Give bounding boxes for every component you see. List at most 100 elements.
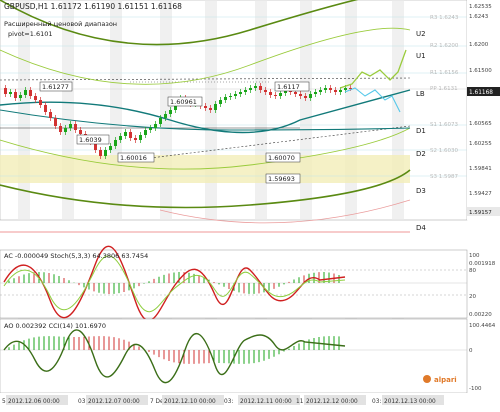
symbol-header: GBPUSD,H1 1.61172 1.61190 1.61151 1.6116… bbox=[4, 2, 182, 11]
candle-body bbox=[114, 140, 117, 146]
sub1-title: AC -0.000049 Stoch(5,3,3) 64.3806 63.745… bbox=[4, 252, 148, 260]
label-s2: S2 1.6030 bbox=[430, 148, 458, 154]
label-s1: S1 1.6073 bbox=[430, 122, 458, 128]
svg-text:1.6117: 1.6117 bbox=[277, 83, 300, 91]
time-label: 2012.12.11 00:00 bbox=[240, 399, 292, 405]
sub2-top: 100.4464 bbox=[469, 323, 496, 329]
candle-body bbox=[244, 90, 247, 92]
annotation-a5: 1.6117 bbox=[274, 81, 310, 92]
axis-1.60565: 1.60565 bbox=[469, 121, 492, 127]
candle-body bbox=[14, 92, 17, 98]
candle-body bbox=[334, 90, 337, 92]
candle-body bbox=[344, 88, 347, 90]
candle-body bbox=[39, 100, 42, 105]
chart-window: GBPUSD,H1 1.61172 1.61190 1.61151 1.6116… bbox=[0, 0, 500, 408]
candle-body bbox=[319, 90, 322, 92]
candle-body bbox=[74, 124, 77, 130]
candle-body bbox=[29, 90, 32, 96]
candle-body bbox=[169, 110, 172, 114]
candle-body bbox=[44, 105, 47, 112]
annotation-a1: 1.61277 bbox=[39, 81, 73, 92]
sub1-bot: 0.00220 bbox=[469, 312, 492, 318]
label-r1: R1 1.6156 bbox=[430, 70, 459, 76]
time-label: 2012.12.12 00:00 bbox=[306, 399, 358, 405]
svg-text:1.60070: 1.60070 bbox=[268, 154, 295, 162]
label-d1: D1 bbox=[416, 127, 426, 135]
annotation-a4: 1.60016 bbox=[117, 152, 155, 163]
annotation-a3: 1.6039 bbox=[76, 134, 110, 145]
label-u2: U2 bbox=[416, 30, 426, 38]
current-price: 1.61168 bbox=[469, 90, 493, 96]
svg-text:1.59693: 1.59693 bbox=[268, 175, 295, 183]
label-d2: D2 bbox=[416, 150, 426, 158]
candle-body bbox=[24, 90, 27, 95]
candle-body bbox=[59, 126, 62, 132]
candle-body bbox=[234, 94, 237, 96]
candle-body bbox=[99, 150, 102, 156]
candle-body bbox=[124, 132, 127, 136]
candle-body bbox=[104, 150, 107, 156]
candle-body bbox=[149, 128, 152, 130]
candle-body bbox=[144, 130, 147, 135]
candle-body bbox=[269, 92, 272, 95]
sub2-title: AO 0.002392 CCI(14) 101.6970 bbox=[4, 322, 106, 330]
axis-1.62535: 1.62535 bbox=[469, 4, 492, 10]
time-label: 2012.12.07 00:00 bbox=[88, 399, 140, 405]
candle-body bbox=[304, 96, 307, 98]
candle-body bbox=[254, 86, 257, 88]
candle-body bbox=[134, 138, 137, 140]
candle-body bbox=[54, 118, 57, 126]
sub1-80: 80 bbox=[469, 268, 476, 274]
alpari-logo: alpari bbox=[423, 375, 457, 384]
session-band bbox=[110, 0, 122, 220]
candle-body bbox=[219, 100, 222, 104]
candle-body bbox=[79, 130, 82, 134]
sub1-top: 100 bbox=[469, 253, 480, 259]
candle-body bbox=[159, 118, 162, 124]
candle-body bbox=[229, 96, 232, 97]
candle-body bbox=[314, 92, 317, 94]
svg-text:1.6039: 1.6039 bbox=[79, 136, 102, 144]
candle-body bbox=[129, 132, 132, 138]
time-label: 2012.12.10 00:00 bbox=[164, 399, 216, 405]
candle-body bbox=[154, 124, 157, 128]
sub2-zero: 0 bbox=[469, 348, 473, 354]
candle-body bbox=[274, 95, 277, 96]
label-pp: PP 1.6131 bbox=[430, 86, 458, 92]
candle-body bbox=[164, 114, 167, 118]
sub2-bot: -100 bbox=[469, 386, 482, 392]
candle-body bbox=[214, 104, 217, 110]
candle-body bbox=[294, 92, 297, 94]
candle-body bbox=[204, 106, 207, 108]
time-label: 11 bbox=[296, 399, 304, 405]
annotation-a2: 1.60961 bbox=[167, 96, 203, 107]
svg-text:1.60016: 1.60016 bbox=[120, 154, 147, 162]
time-label: 03: bbox=[224, 399, 233, 405]
candle-body bbox=[249, 88, 252, 90]
label-u1: U1 bbox=[416, 52, 426, 60]
axis-1.61500: 1.61500 bbox=[469, 68, 492, 74]
time-label: 03: bbox=[372, 399, 381, 405]
svg-text:1.60961: 1.60961 bbox=[170, 98, 197, 106]
label-d4: D4 bbox=[416, 224, 426, 232]
session-band bbox=[62, 0, 74, 220]
trading-chart[interactable]: GBPUSD,H1 1.61172 1.61190 1.61151 1.6116… bbox=[0, 0, 500, 408]
time-label: 2012.12.13 00:00 bbox=[384, 399, 436, 405]
svg-text:alpari: alpari bbox=[434, 376, 457, 384]
candle-body bbox=[34, 96, 37, 100]
session-band bbox=[392, 0, 404, 220]
time-label: 7 De bbox=[150, 399, 164, 405]
candle-body bbox=[19, 95, 22, 98]
candle-body bbox=[69, 124, 72, 128]
candle-body bbox=[279, 93, 282, 96]
candle-body bbox=[329, 88, 332, 90]
axis-1.59427: 1.59427 bbox=[469, 191, 492, 197]
candle-body bbox=[309, 94, 312, 98]
label-r2: R2 1.6200 bbox=[430, 43, 459, 49]
candle-body bbox=[109, 146, 112, 150]
candle-body bbox=[64, 128, 67, 132]
axis-1.6243: 1.6243 bbox=[469, 14, 489, 20]
price-axis[interactable] bbox=[467, 0, 500, 220]
sub1-20: 20 bbox=[469, 294, 476, 300]
range-label: Расширенный ценовой диапазон bbox=[4, 20, 117, 28]
